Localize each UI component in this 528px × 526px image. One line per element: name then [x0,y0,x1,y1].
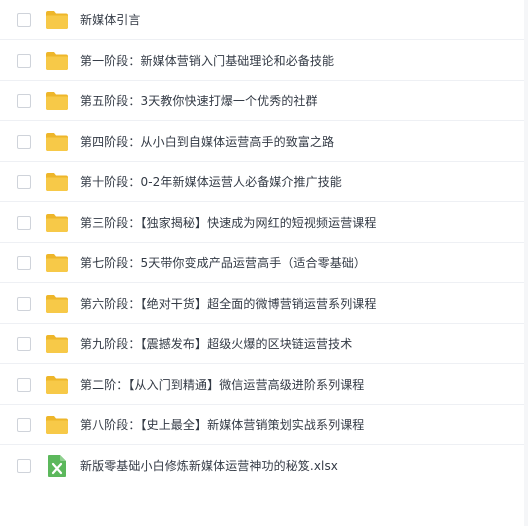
item-name[interactable]: 第六阶段：【绝对干货】超全面的微博营销运营系列课程 [80,295,377,312]
row-checkbox[interactable] [17,458,31,473]
file-list: 新媒体引言第一阶段：新媒体营销入门基础理论和必备技能 第五阶段：3天教你快速打爆一… [0,0,528,526]
scrollbar-track[interactable] [524,0,528,526]
row-checkbox[interactable] [17,134,31,149]
item-name[interactable]: 第十阶段：0-2年新媒体运营人必备媒介推广技能 [80,173,342,190]
row-checkbox[interactable] [17,377,31,392]
folder-row[interactable]: 第四阶段：从小白到自媒体运营高手的致富之路 [0,122,524,162]
item-name[interactable]: 新媒体引言 [80,11,141,28]
folder-icon [45,130,69,154]
file-row[interactable]: 新版零基础小白修炼新媒体运营神功的秘笈.xlsx [0,446,524,486]
folder-row[interactable]: 第六阶段：【绝对干货】超全面的微博营销运营系列课程 [0,284,524,324]
folder-icon [45,251,69,275]
item-name[interactable]: 新版零基础小白修炼新媒体运营神功的秘笈.xlsx [80,457,338,474]
row-checkbox[interactable] [17,255,31,270]
row-checkbox[interactable] [17,296,31,311]
folder-row[interactable]: 第八阶段：【史上最全】新媒体营销策划实战系列课程 [0,405,524,445]
folder-row[interactable]: 第三阶段：【独家揭秘】快速成为网红的短视频运营课程 [0,203,524,243]
folder-icon [45,49,69,73]
item-name[interactable]: 第五阶段：3天教你快速打爆一个优秀的社群 [80,92,318,109]
folder-row[interactable]: 第十阶段：0-2年新媒体运营人必备媒介推广技能 [0,162,524,202]
empty-area [0,484,524,526]
row-checkbox[interactable] [17,53,31,68]
folder-icon [45,8,69,32]
item-name[interactable]: 第一阶段：新媒体营销入门基础理论和必备技能 [80,52,334,69]
row-checkbox[interactable] [17,417,31,432]
folder-row[interactable]: 第七阶段：5天带你变成产品运营高手（适合零基础） [0,243,524,283]
folder-icon [45,292,69,316]
item-name[interactable]: 第二阶：【从入门到精通】微信运营高级进阶系列课程 [80,376,364,393]
item-name[interactable]: 第八阶段：【史上最全】新媒体营销策划实战系列课程 [80,416,364,433]
folder-icon [45,373,69,397]
folder-row[interactable]: 新媒体引言 [0,0,524,40]
row-checkbox[interactable] [17,215,31,230]
folder-row[interactable]: 第一阶段：新媒体营销入门基础理论和必备技能 [0,41,524,81]
row-checkbox[interactable] [17,12,31,27]
item-name[interactable]: 第七阶段：5天带你变成产品运营高手（适合零基础） [80,254,366,271]
folder-row[interactable]: 第五阶段：3天教你快速打爆一个优秀的社群 [0,81,524,121]
row-checkbox[interactable] [17,174,31,189]
folder-row[interactable]: 第二阶：【从入门到精通】微信运营高级进阶系列课程 [0,365,524,405]
row-checkbox[interactable] [17,336,31,351]
folder-icon [45,211,69,235]
folder-icon [45,413,69,437]
folder-row[interactable]: 第九阶段：【震撼发布】超级火爆的区块链运营技术 [0,324,524,364]
excel-file-icon [45,454,69,478]
item-name[interactable]: 第四阶段：从小白到自媒体运营高手的致富之路 [80,133,334,150]
item-name[interactable]: 第三阶段：【独家揭秘】快速成为网红的短视频运营课程 [80,214,377,231]
row-checkbox[interactable] [17,93,31,108]
folder-icon [45,332,69,356]
item-name[interactable]: 第九阶段：【震撼发布】超级火爆的区块链运营技术 [80,335,352,352]
folder-icon [45,89,69,113]
folder-icon [45,170,69,194]
